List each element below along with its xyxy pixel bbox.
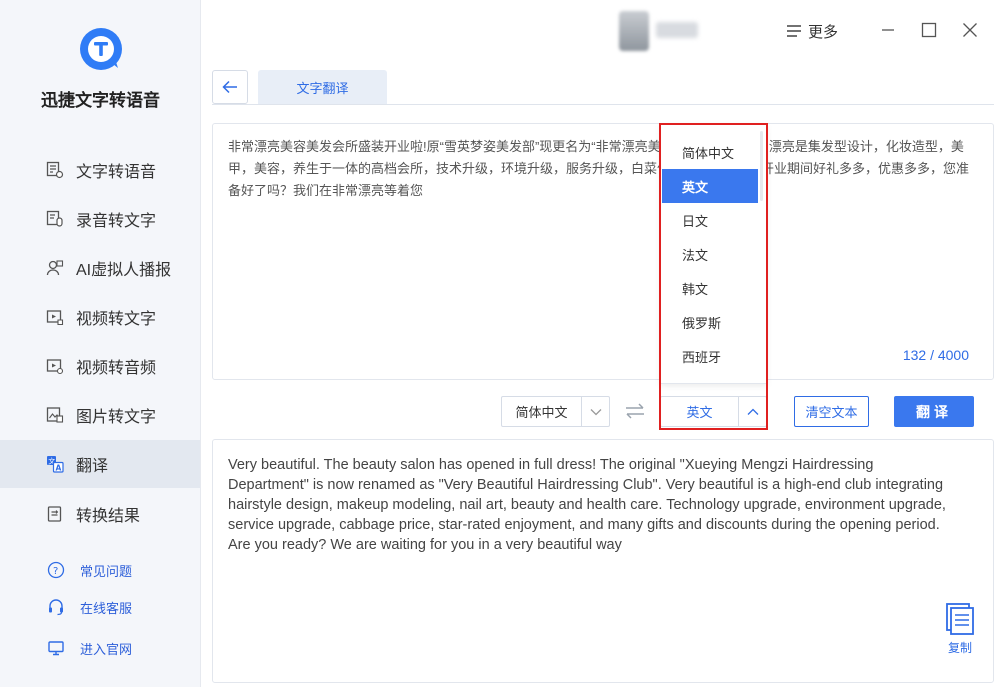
svg-text:?: ? xyxy=(53,566,58,577)
copy-icon xyxy=(946,603,974,635)
target-language-select[interactable]: 英文 xyxy=(660,396,767,427)
copy-label: 复制 xyxy=(947,641,972,655)
more-menu-button[interactable]: 更多 xyxy=(786,20,838,42)
sidebar-item-label: 转换结果 xyxy=(76,508,141,525)
image-to-text-icon xyxy=(46,406,64,424)
language-option-selected[interactable]: 英文 xyxy=(662,169,758,203)
svg-text:A: A xyxy=(56,464,62,473)
sidebar-item-label: 翻译 xyxy=(76,458,109,475)
source-text: 非常漂亮美容美发会所盛装开业啦!原“雪英梦姿美发部”现更名为“非常漂亮美容美发会… xyxy=(228,139,970,198)
minimize-button[interactable] xyxy=(876,18,900,42)
more-label: 更多 xyxy=(808,23,839,41)
online-support-label: 在线客服 xyxy=(80,600,133,616)
sidebar-item-label: 录音转文字 xyxy=(76,213,157,230)
arrow-left-icon xyxy=(222,80,237,94)
language-dropdown: 简体中文 英文 日文 法文 韩文 俄罗斯 西班牙 xyxy=(660,124,767,384)
sidebar-item-text-to-speech[interactable]: 文字转语音 xyxy=(0,146,200,194)
faq-label: 常见问题 xyxy=(80,563,133,579)
maximize-icon xyxy=(921,22,937,38)
target-language-value: 英文 xyxy=(686,405,713,420)
close-icon xyxy=(963,23,977,37)
minimize-icon xyxy=(882,29,894,31)
official-site-link[interactable]: 进入官网 xyxy=(0,634,200,662)
sidebar: 迅捷文字转语音 文字转语音 录音转文字 AI虚拟人播报 视频转文字 视频转音频 xyxy=(0,0,201,687)
online-support-link[interactable]: 在线客服 xyxy=(0,593,200,621)
result-text: Very beautiful. The beauty salon has ope… xyxy=(228,457,946,553)
source-text-area[interactable]: 非常漂亮美容美发会所盛装开业啦!原“雪英梦姿美发部”现更名为“非常漂亮美容美发会… xyxy=(212,123,994,380)
sidebar-item-results[interactable]: 转换结果 xyxy=(0,490,200,538)
source-language-select[interactable]: 简体中文 xyxy=(501,396,610,427)
username-blurred xyxy=(656,22,698,38)
chevron-down-icon xyxy=(581,397,609,426)
dropdown-scrollbar[interactable] xyxy=(760,131,763,201)
language-option[interactable]: 法文 xyxy=(662,237,758,271)
app-logo-icon xyxy=(78,26,124,72)
avatar[interactable] xyxy=(619,11,649,51)
headset-icon xyxy=(47,598,65,616)
sidebar-item-label: 文字转语音 xyxy=(76,164,157,181)
sidebar-item-image-to-text[interactable]: 图片转文字 xyxy=(0,391,200,439)
menu-icon xyxy=(787,25,801,37)
source-language-value: 简体中文 xyxy=(515,405,568,420)
translate-button[interactable]: 翻译 xyxy=(894,396,974,427)
sidebar-item-video-to-audio[interactable]: 视频转音频 xyxy=(0,342,200,390)
recording-icon xyxy=(46,210,64,228)
sidebar-item-label: 视频转音频 xyxy=(76,360,157,377)
char-count: 132 / 4000 xyxy=(902,347,969,363)
video-to-audio-icon xyxy=(46,357,64,375)
language-option[interactable]: 简体中文 xyxy=(662,135,758,169)
sidebar-item-recording-to-text[interactable]: 录音转文字 xyxy=(0,195,200,243)
sidebar-item-label: 视频转文字 xyxy=(76,311,157,328)
text-to-speech-icon xyxy=(46,161,64,179)
official-site-label: 进入官网 xyxy=(80,641,133,657)
tab-divider xyxy=(212,104,994,105)
language-option[interactable]: 西班牙 xyxy=(662,339,758,373)
tab-text-translate[interactable]: 文字翻译 xyxy=(258,70,387,105)
back-button[interactable] xyxy=(212,70,248,104)
sidebar-item-translate[interactable]: 文A 翻译 xyxy=(0,440,200,488)
results-icon xyxy=(46,505,64,523)
app-name: 迅捷文字转语音 xyxy=(41,91,160,110)
language-option[interactable]: 日文 xyxy=(662,203,758,237)
language-option[interactable]: 俄罗斯 xyxy=(662,305,758,339)
result-text-area[interactable]: Very beautiful. The beauty salon has ope… xyxy=(212,439,994,683)
sidebar-item-label: 图片转文字 xyxy=(76,409,157,426)
chevron-up-icon xyxy=(738,397,766,426)
maximize-button[interactable] xyxy=(917,18,941,42)
swap-languages-icon[interactable] xyxy=(624,401,646,421)
sidebar-item-ai-avatar[interactable]: AI虚拟人播报 xyxy=(0,244,200,292)
close-button[interactable] xyxy=(958,18,982,42)
translate-icon: 文A xyxy=(46,455,64,473)
ai-avatar-icon xyxy=(46,259,64,277)
sidebar-item-video-to-text[interactable]: 视频转文字 xyxy=(0,293,200,341)
sidebar-item-label: AI虚拟人播报 xyxy=(76,262,172,279)
copy-button[interactable]: 复制 xyxy=(942,602,978,658)
faq-link[interactable]: ? 常见问题 xyxy=(0,556,200,584)
monitor-icon xyxy=(47,639,65,657)
video-to-text-icon xyxy=(46,308,64,326)
clear-text-button[interactable]: 清空文本 xyxy=(794,396,869,427)
language-option[interactable]: 韩文 xyxy=(662,271,758,305)
question-circle-icon: ? xyxy=(47,561,65,579)
